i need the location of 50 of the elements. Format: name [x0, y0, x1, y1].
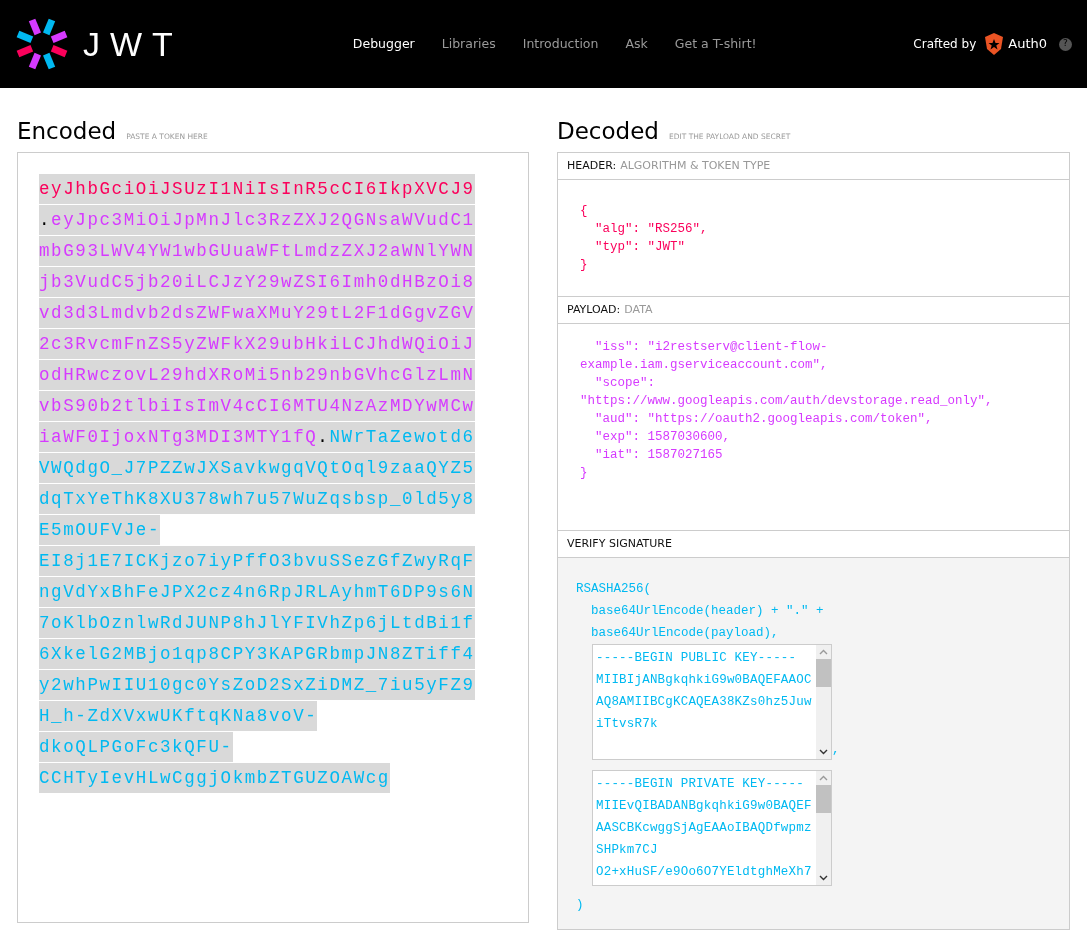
chevron-down-icon[interactable] — [819, 875, 828, 881]
code-line: , — [832, 742, 840, 760]
section-label: VERIFY SIGNATURE — [567, 535, 672, 552]
section-sublabel: DATA — [624, 301, 653, 318]
code-line: base64UrlEncode(header) + "." + — [590, 603, 825, 620]
decoded-title: Decoded — [557, 117, 659, 146]
nav-link[interactable]: Debugger — [352, 34, 415, 54]
code-line: } — [580, 257, 589, 274]
code-line: "typ": "JWT" — [594, 239, 687, 256]
encoded-title: Encoded — [17, 117, 117, 146]
key-line: MIIEvQIBADANBgkqhkiG9w0BAQEF — [596, 798, 813, 815]
chevron-up-icon[interactable] — [819, 649, 828, 655]
chevron-down-icon[interactable] — [819, 749, 828, 755]
key-line: MIIBIjANBgkqhkiG9w0BAQEFAAOC — [596, 672, 813, 689]
code-line: } — [580, 465, 589, 482]
key-line: SHPkm7CJ — [596, 842, 659, 859]
code-line: "scope": — [594, 375, 656, 392]
code-line: "aud": "https://oauth2.googleapis.com/token", — [594, 411, 934, 428]
nav-link[interactable]: Get a T-shirt! — [674, 34, 757, 54]
code-line: "iat": 1587027165 — [594, 447, 724, 464]
code-line: "exp": 1587030600, — [594, 429, 732, 446]
logo-wordmark[interactable]: JWT — [83, 18, 183, 70]
crafted-by-text: Crafted by — [913, 36, 977, 53]
chevron-up-icon[interactable] — [819, 775, 828, 781]
key-line: AQ8AMIIBCgKCAQEA38KZs0hz5Juw — [596, 694, 813, 711]
code-line: RSASHA256( — [576, 581, 652, 598]
code-line: example.iam.gserviceaccount.com", — [580, 357, 829, 374]
scrollbar[interactable] — [816, 771, 831, 885]
shield-logo-icon — [984, 33, 1005, 55]
nav-link[interactable]: Ask — [625, 34, 648, 54]
code-line: "iss": "i2restserv@client-flow- — [594, 339, 829, 356]
key-line: iTtvsR7k — [596, 716, 659, 733]
nav-link[interactable]: Introduction — [522, 34, 599, 54]
code-line: ) — [576, 897, 585, 914]
nav-link[interactable]: Libraries — [441, 34, 496, 54]
section-label: PAYLOAD: — [567, 301, 621, 318]
key-line: -----BEGIN PRIVATE KEY----- — [596, 776, 805, 793]
token-editor[interactable] — [17, 152, 529, 923]
key-line: O2+xHuSF/e9Oo6O7YEldtghMeXh7 — [596, 864, 813, 881]
key-line: -----BEGIN PUBLIC KEY----- — [596, 650, 798, 667]
section-label: HEADER: — [567, 157, 617, 174]
key-line: AASCBKcwggSjAgEAAoIBAQDfwpmz — [596, 820, 813, 837]
code-line: { — [580, 203, 589, 220]
code-line: base64UrlEncode(payload), — [590, 625, 780, 642]
scrollbar[interactable] — [816, 645, 831, 759]
code-line: "https://www.googleapis.com/auth/devstorage.read_only", — [580, 393, 994, 410]
code-line: "alg": "RS256", — [594, 221, 709, 238]
starburst-logo-icon — [15, 17, 69, 71]
section-sublabel: ALGORITHM & TOKEN TYPE — [620, 157, 771, 174]
brand-name[interactable]: Auth0 — [1008, 34, 1047, 54]
